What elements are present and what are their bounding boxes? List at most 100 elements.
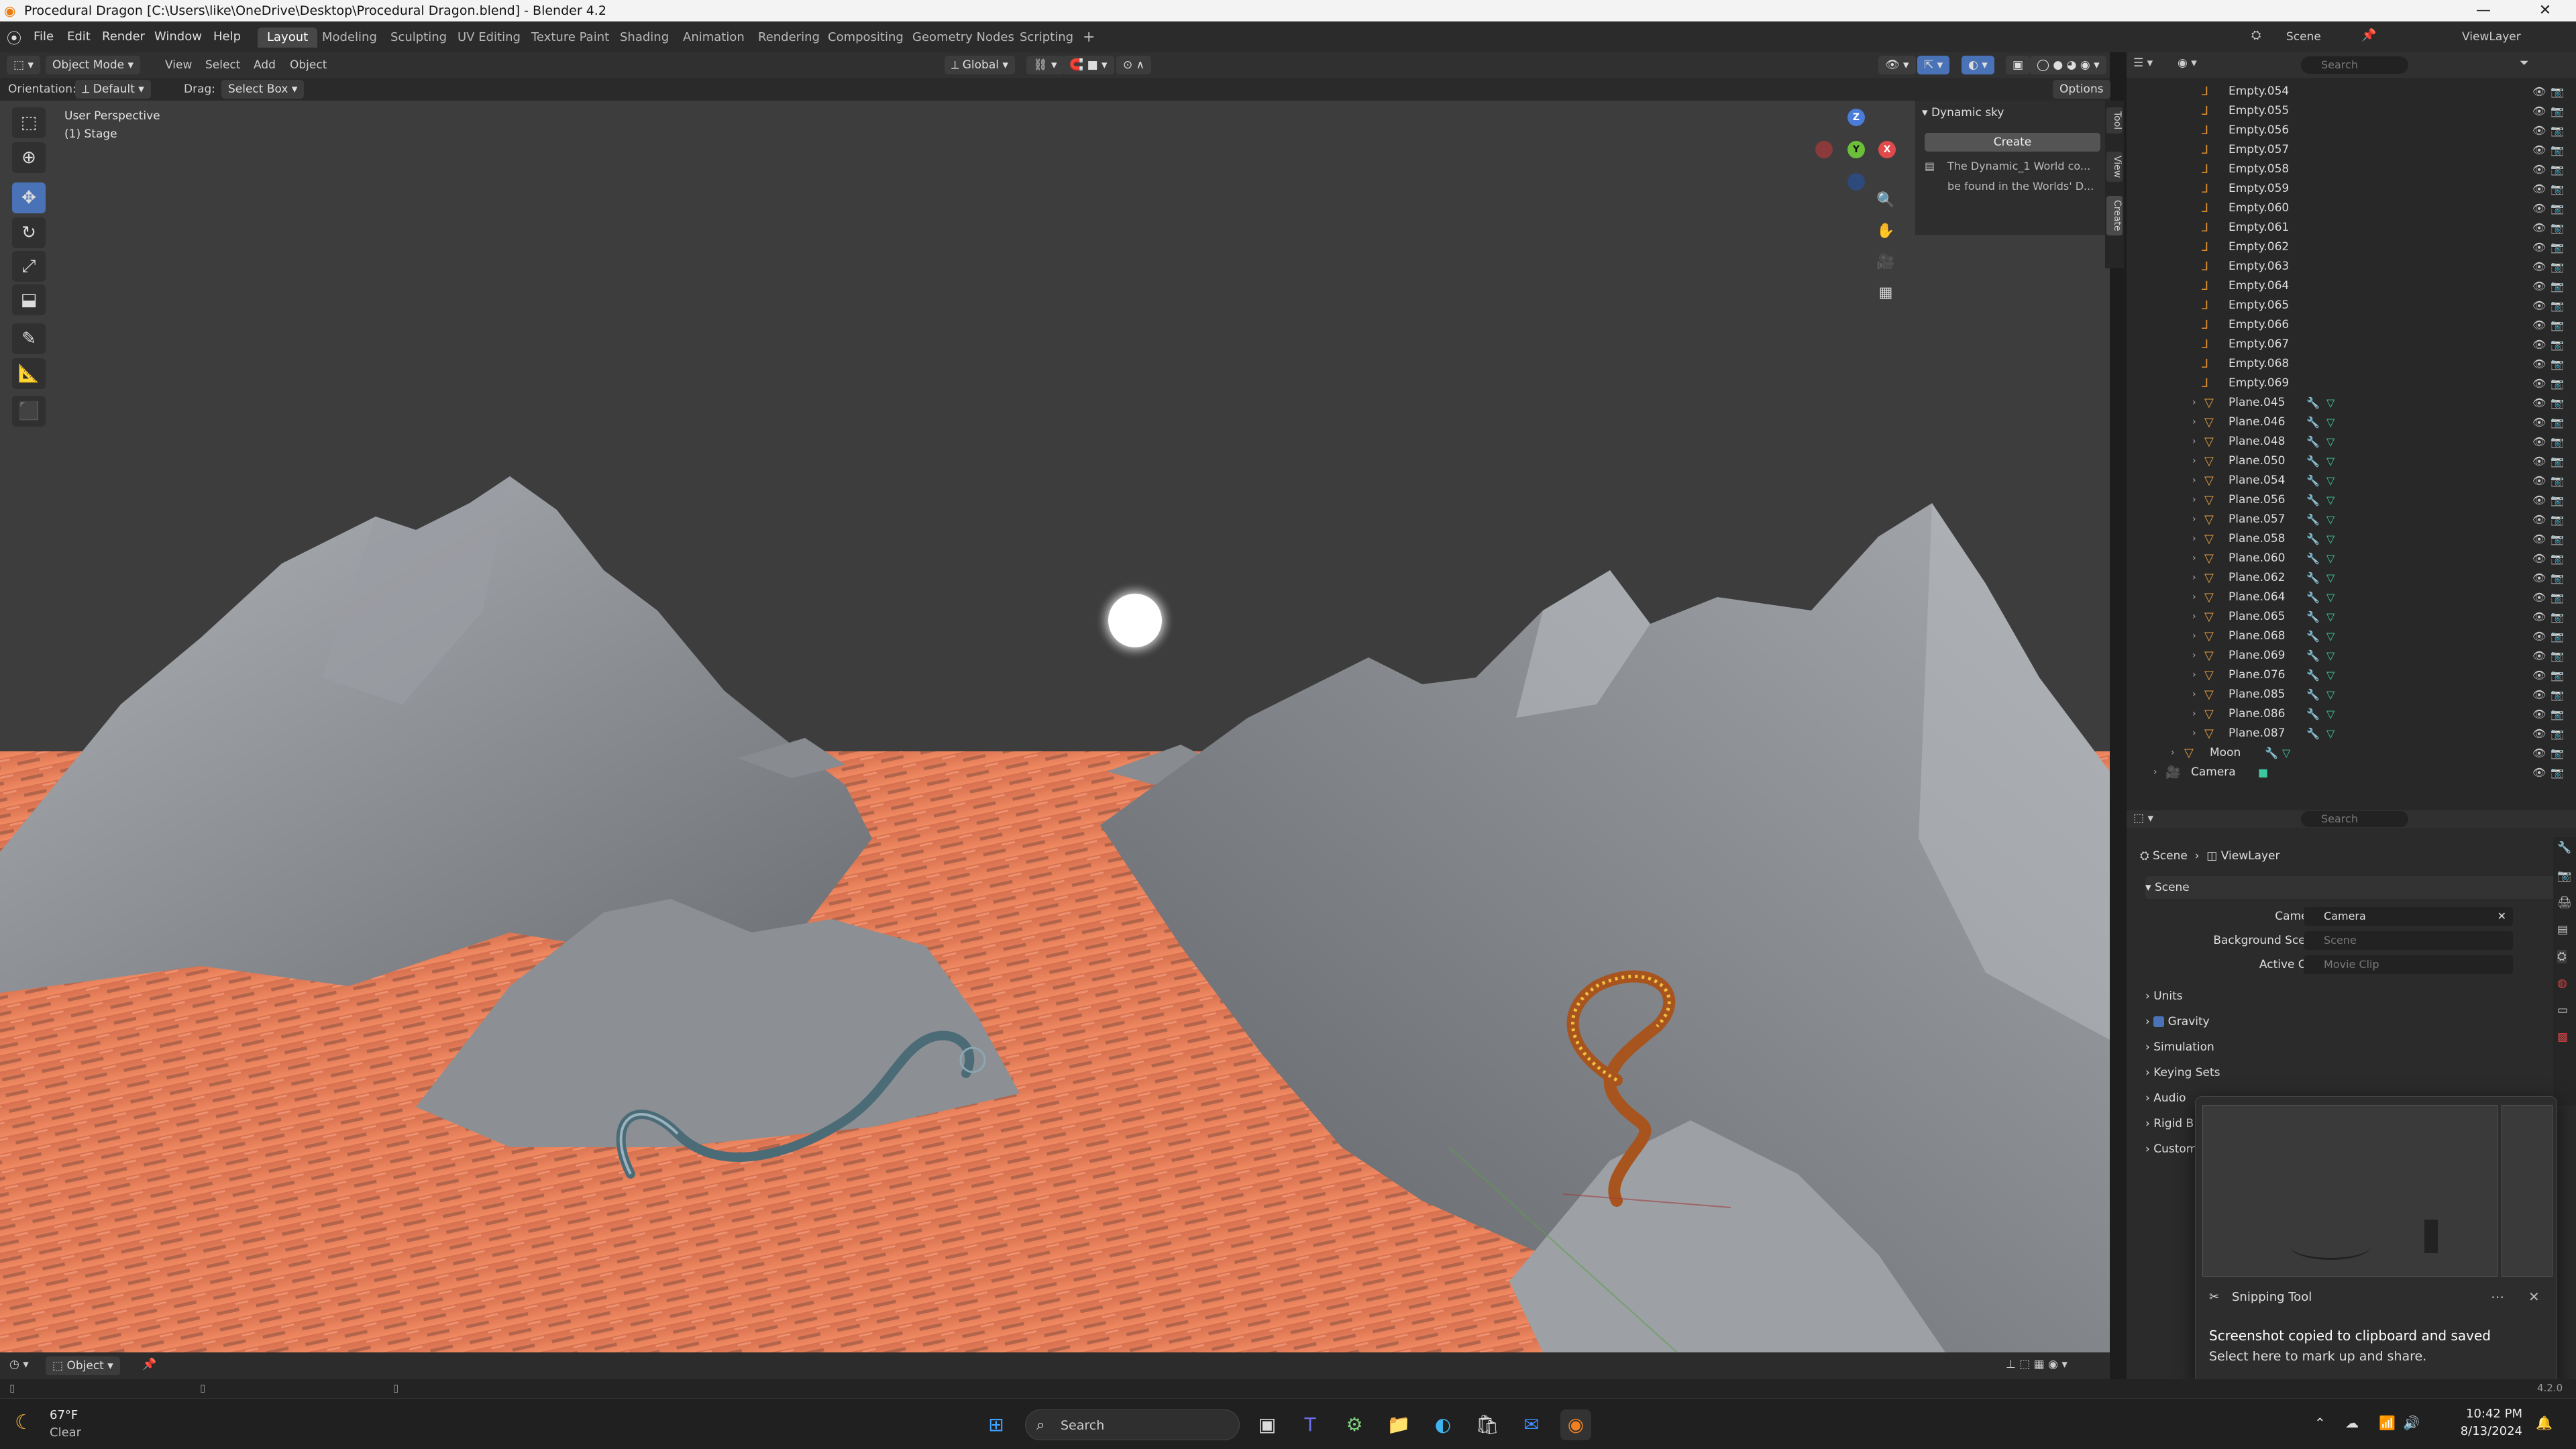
- modifier-icon[interactable]: 🔧: [2306, 627, 2320, 646]
- outliner-editor-icon[interactable]: ☰ ▾: [2133, 56, 2153, 70]
- collection-tab-icon[interactable]: ▭: [2557, 1004, 2568, 1017]
- eye-icon[interactable]: 👁: [2532, 296, 2546, 315]
- outliner-item-plane[interactable]: › ▽ Plane.046 🔧 ▽ 👁 📷: [2127, 413, 2576, 432]
- outliner-item-empty[interactable]: ⅃ Empty.063 👁 📷: [2127, 257, 2576, 276]
- mesh-data-icon[interactable]: ▽: [2326, 393, 2334, 413]
- outliner-item-empty[interactable]: ⅃ Empty.056 👁 📷: [2127, 121, 2576, 140]
- shading-modes[interactable]: ◯ ● ◕ ◉ ▾: [2030, 56, 2106, 74]
- expand-arrow-icon[interactable]: ›: [2192, 588, 2196, 607]
- xray-toggle[interactable]: ▣: [2006, 56, 2031, 74]
- expand-arrow-icon[interactable]: ›: [2192, 413, 2196, 432]
- eye-icon[interactable]: 👁: [2532, 315, 2546, 335]
- outliner-item-plane[interactable]: › ▽ Plane.076 🔧 ▽ 👁 📷: [2127, 665, 2576, 685]
- scene-icon[interactable]: ⛭: [2251, 28, 2261, 42]
- camera-render-icon[interactable]: 📷: [2551, 335, 2564, 354]
- modifier-icon[interactable]: 🔧: [2306, 685, 2320, 704]
- mesh-data-icon[interactable]: ▽: [2326, 451, 2334, 471]
- outliner-item-plane[interactable]: › ▽ Plane.057 🔧 ▽ 👁 📷: [2127, 510, 2576, 529]
- mesh-data-icon[interactable]: ▽: [2326, 588, 2334, 607]
- eye-icon[interactable]: 👁: [2532, 237, 2546, 257]
- outliner-item-plane[interactable]: › ▽ Plane.087 🔧 ▽ 👁 📷: [2127, 724, 2576, 743]
- eye-icon[interactable]: 👁: [2532, 432, 2546, 451]
- camera-render-icon[interactable]: 📷: [2551, 432, 2564, 451]
- mesh-data-icon[interactable]: ▽: [2326, 413, 2334, 432]
- units-section[interactable]: › Units: [2145, 985, 2555, 1008]
- tab-uv-editing[interactable]: UV Editing: [448, 28, 530, 48]
- expand-arrow-icon[interactable]: ›: [2192, 451, 2196, 471]
- eye-icon[interactable]: 👁: [2532, 763, 2546, 782]
- outliner-item-plane[interactable]: › ▽ Plane.069 🔧 ▽ 👁 📷: [2127, 646, 2576, 665]
- mesh-data-icon[interactable]: ▽: [2326, 665, 2334, 685]
- camera-render-icon[interactable]: 📷: [2551, 374, 2564, 393]
- outliner-item-moon[interactable]: › ▽ Moon 🔧 ▽ 👁 📷: [2127, 743, 2576, 763]
- eye-icon[interactable]: 👁: [2532, 257, 2546, 276]
- modifier-icon[interactable]: 🔧: [2306, 568, 2320, 588]
- modifier-icon[interactable]: 🔧: [2306, 646, 2320, 665]
- gizmo-toggle[interactable]: ⇱ ▾: [1917, 56, 1950, 74]
- outliner-item-plane[interactable]: › ▽ Plane.085 🔧 ▽ 👁 📷: [2127, 685, 2576, 704]
- expand-arrow-icon[interactable]: ›: [2192, 704, 2196, 724]
- camera-render-icon[interactable]: 📷: [2551, 763, 2564, 782]
- blender-taskbar-icon[interactable]: ◉: [1560, 1409, 1591, 1440]
- gravity-checkbox[interactable]: [2153, 1016, 2165, 1027]
- clock-date[interactable]: 8/13/2024: [2442, 1424, 2522, 1438]
- camera-render-icon[interactable]: 📷: [2551, 724, 2564, 743]
- render-tab-icon[interactable]: 📷: [2557, 869, 2571, 883]
- eye-icon[interactable]: 👁: [2532, 588, 2546, 607]
- eye-icon[interactable]: 👁: [2532, 724, 2546, 743]
- outliner-item-empty[interactable]: ⅃ Empty.055 👁 📷: [2127, 101, 2576, 121]
- tab-compositing[interactable]: Compositing: [818, 28, 913, 48]
- grid-view-icon[interactable]: ▦: [1873, 280, 1898, 306]
- outliner-item-empty[interactable]: ⅃ Empty.054 👁 📷: [2127, 82, 2576, 101]
- editor-type-icon[interactable]: ◷ ▾: [9, 1358, 29, 1371]
- menu-help[interactable]: Help: [208, 28, 246, 46]
- view-layer-tab-icon[interactable]: ▤: [2557, 923, 2568, 936]
- menu-select[interactable]: Select: [205, 56, 240, 74]
- eye-icon[interactable]: 👁: [2532, 665, 2546, 685]
- eye-icon[interactable]: 👁: [2532, 199, 2546, 218]
- camera-render-icon[interactable]: 📷: [2551, 588, 2564, 607]
- eye-icon[interactable]: 👁: [2532, 393, 2546, 413]
- scene-selector[interactable]: Scene: [2286, 28, 2321, 46]
- camera-render-icon[interactable]: 📷: [2551, 685, 2564, 704]
- active-clip-field[interactable]: Movie Clip: [2304, 955, 2513, 974]
- eye-icon[interactable]: 👁: [2532, 354, 2546, 374]
- outliner-item-empty[interactable]: ⅃ Empty.059 👁 📷: [2127, 179, 2576, 199]
- expand-arrow-icon[interactable]: ›: [2192, 471, 2196, 490]
- texture-tab-icon[interactable]: ▩: [2557, 1030, 2568, 1044]
- eye-icon[interactable]: 👁: [2532, 451, 2546, 471]
- modifier-icon[interactable]: 🔧: [2306, 724, 2320, 743]
- camera-render-icon[interactable]: 📷: [2551, 743, 2564, 763]
- eye-icon[interactable]: 👁: [2532, 704, 2546, 724]
- eye-icon[interactable]: 👁: [2532, 160, 2546, 179]
- modifier-icon[interactable]: 🔧: [2306, 704, 2320, 724]
- camera-render-icon[interactable]: 📷: [2551, 627, 2564, 646]
- proportional-edit-toggle[interactable]: ⊙ ∧: [1116, 56, 1152, 74]
- camera-render-icon[interactable]: 📷: [2551, 237, 2564, 257]
- eye-icon[interactable]: 👁: [2532, 607, 2546, 627]
- mesh-data-icon[interactable]: ▽: [2326, 704, 2334, 724]
- expand-arrow-icon[interactable]: ›: [2192, 393, 2196, 413]
- expand-arrow-icon[interactable]: ›: [2192, 685, 2196, 704]
- editor-type-button[interactable]: ⬚ ▾: [7, 56, 40, 74]
- modifier-icon[interactable]: 🔧: [2306, 549, 2320, 568]
- toast-close-icon[interactable]: ✕: [2528, 1289, 2540, 1305]
- expand-arrow-icon[interactable]: ›: [2192, 432, 2196, 451]
- file-explorer-icon[interactable]: 📁: [1383, 1409, 1414, 1440]
- modifier-icon[interactable]: 🔧: [2306, 510, 2320, 529]
- annotate-tool[interactable]: ✎: [12, 323, 46, 354]
- tray-chevron-icon[interactable]: ⌃: [2314, 1415, 2326, 1431]
- modifier-icon[interactable]: 🔧: [2306, 432, 2320, 451]
- camera-render-icon[interactable]: 📷: [2551, 354, 2564, 374]
- expand-arrow-icon[interactable]: ›: [2192, 510, 2196, 529]
- gravity-section[interactable]: › Gravity: [2145, 1010, 2555, 1033]
- wifi-icon[interactable]: 📶: [2379, 1415, 2396, 1431]
- camera-render-icon[interactable]: 📷: [2551, 315, 2564, 335]
- camera-render-icon[interactable]: 📷: [2551, 471, 2564, 490]
- camera-render-icon[interactable]: 📷: [2551, 451, 2564, 471]
- menu-view[interactable]: View: [165, 56, 192, 74]
- mesh-data-icon[interactable]: ▽: [2326, 549, 2334, 568]
- select-box-tool[interactable]: ⬚: [12, 107, 46, 138]
- blender-menu-icon[interactable]: ⦿: [7, 27, 21, 48]
- display-mode-icon[interactable]: ◉ ▾: [2178, 56, 2197, 70]
